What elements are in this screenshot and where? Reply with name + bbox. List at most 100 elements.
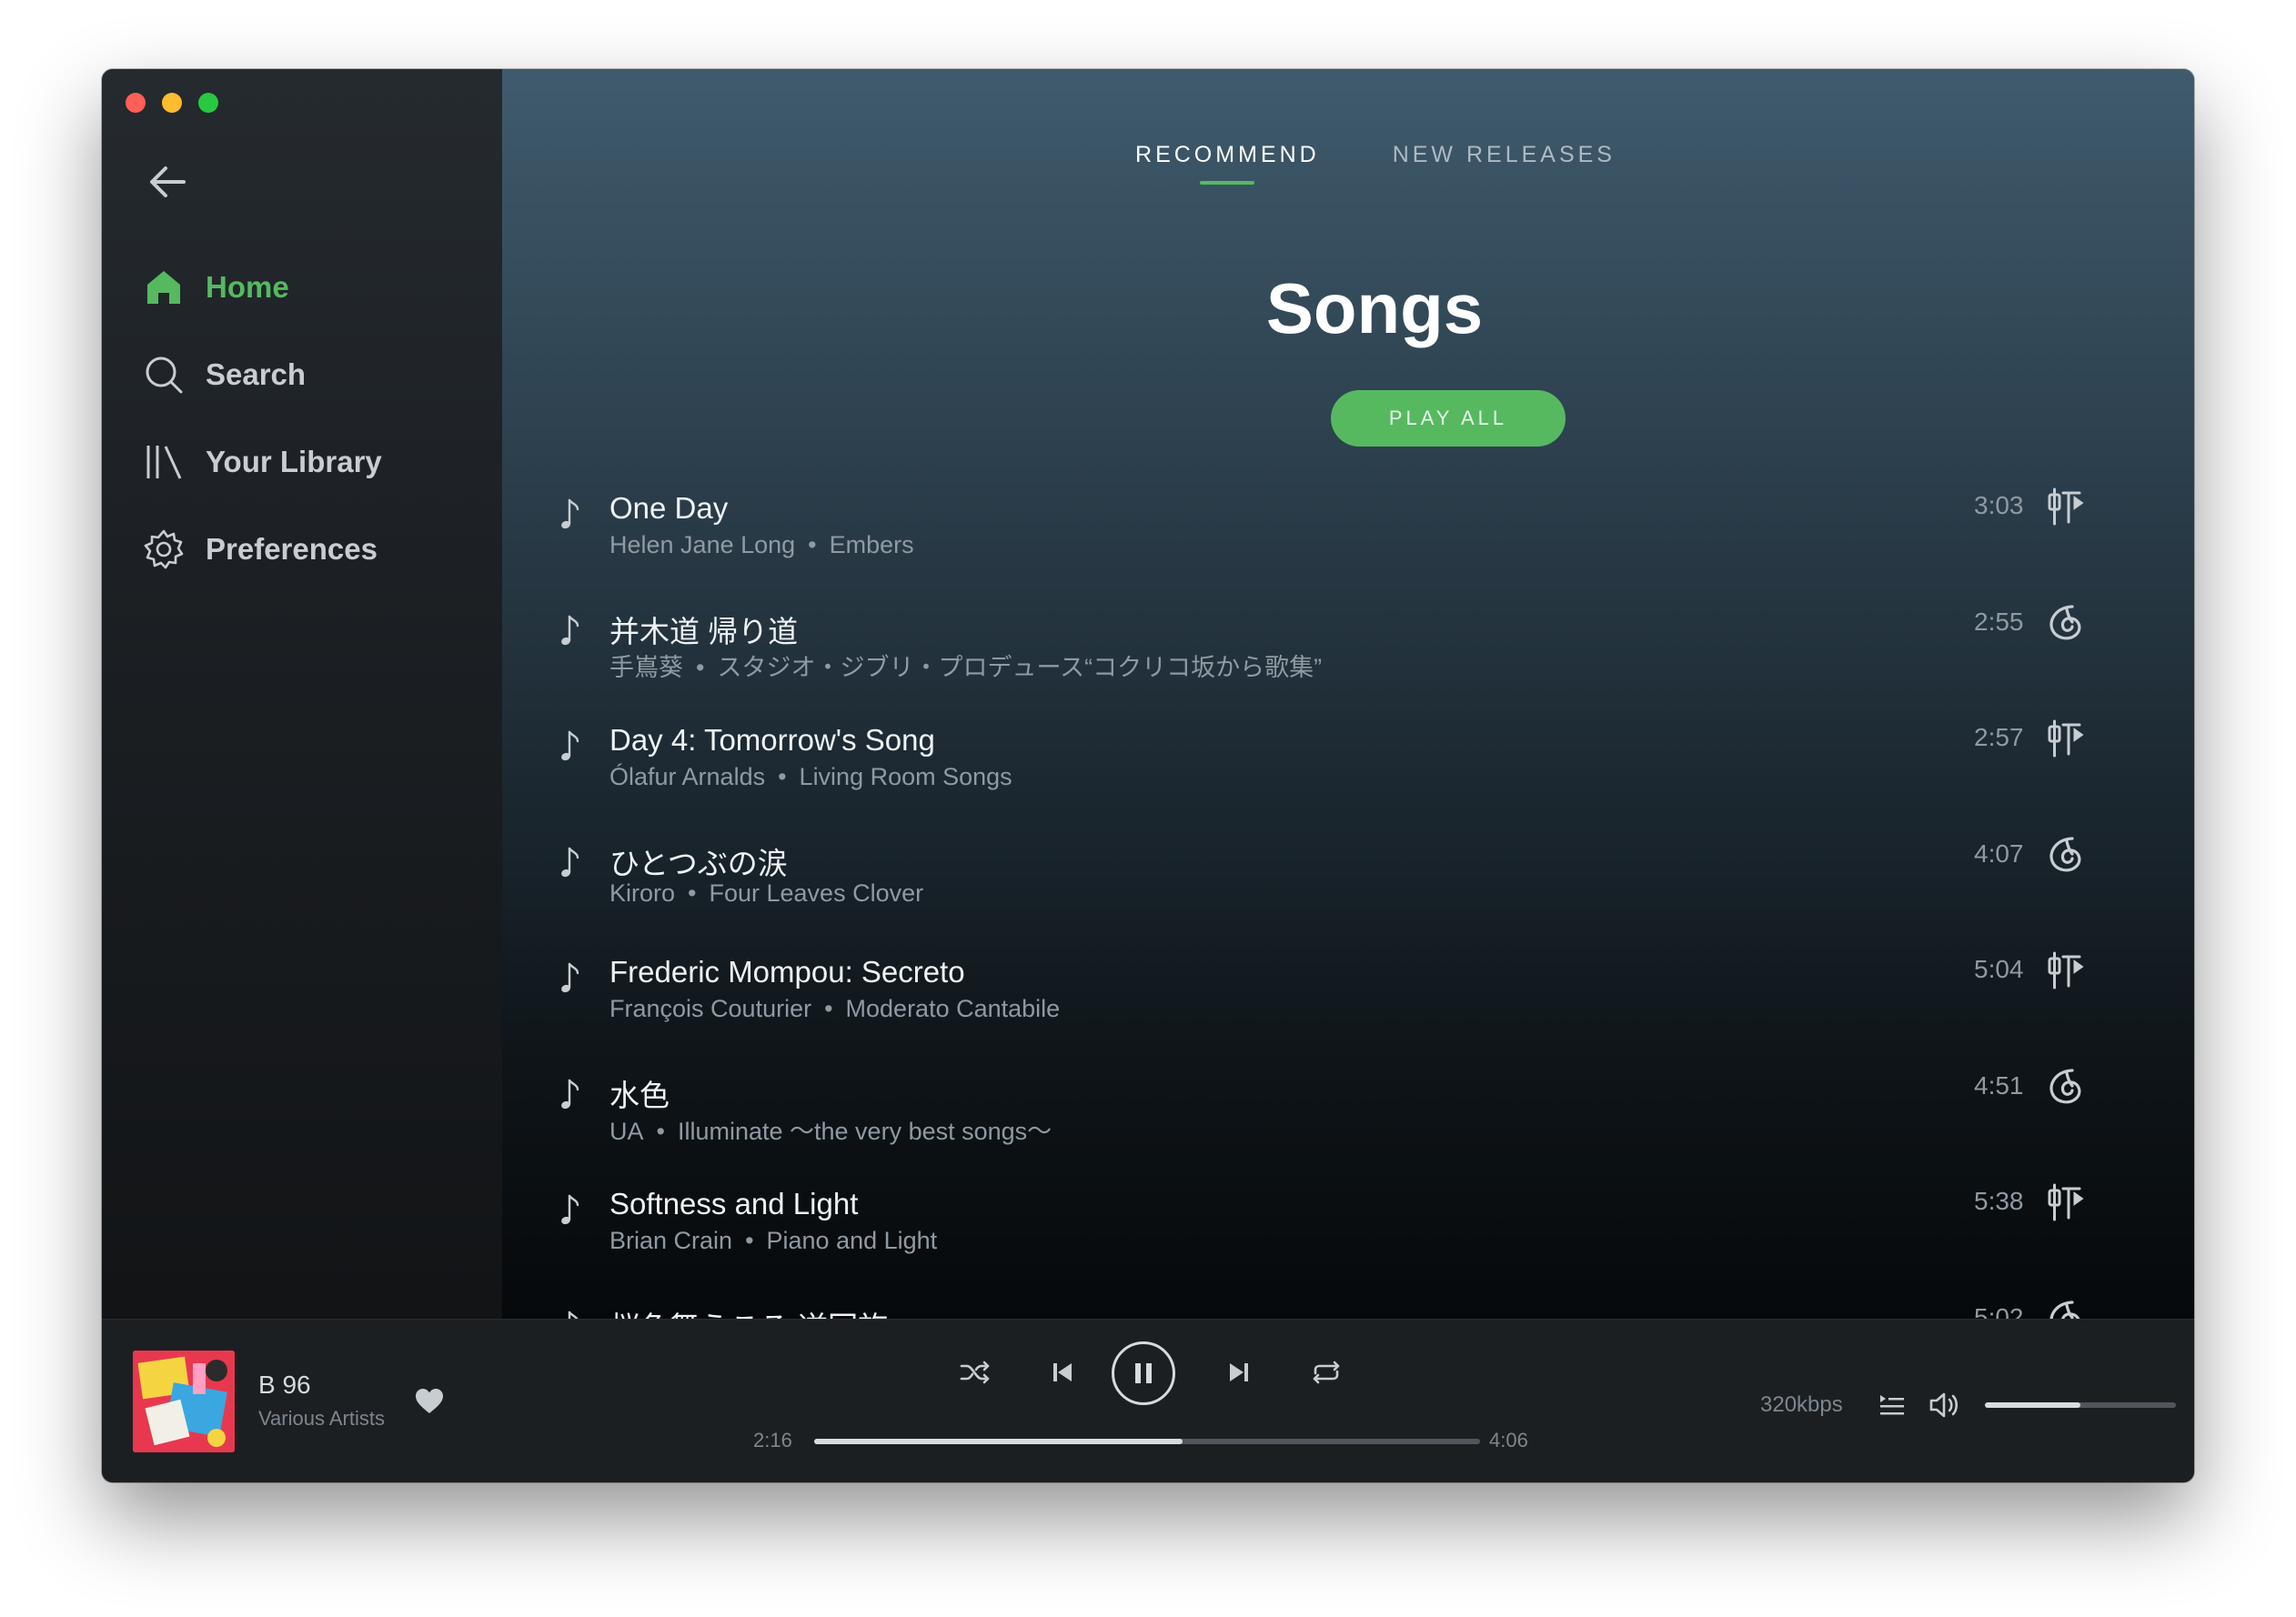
song-artist[interactable]: Helen Jane Long	[609, 531, 795, 558]
song-artist[interactable]: Brian Crain	[609, 1227, 732, 1254]
song-row[interactable]: 桜色舞うころ 逆回旋 5:02	[502, 1281, 2194, 1320]
song-title: Day 4: Tomorrow's Song	[609, 723, 935, 757]
song-subtitle: François Couturier • Moderato Cantabile	[609, 995, 1060, 1023]
song-row[interactable]: ひとつぶの涙 Kiroro • Four Leaves Clover 4:07	[502, 818, 2194, 934]
shuffle-icon	[960, 1361, 990, 1384]
skip-back-icon	[1053, 1363, 1072, 1381]
volume-icon	[1929, 1392, 1959, 1418]
xiami-icon	[2045, 949, 2087, 991]
song-artist[interactable]: Ólafur Arnalds	[609, 763, 765, 790]
like-button[interactable]	[411, 1383, 448, 1420]
song-subtitle: UA • Illuminate 〜the very best songs〜	[609, 1111, 1052, 1147]
play-all-button[interactable]: PLAY ALL	[1331, 390, 1566, 447]
tab-recommend[interactable]: RECOMMEND	[1135, 142, 1320, 185]
app-window: Home Search Your Library Preferences REC…	[102, 69, 2194, 1482]
song-subtitle: Brian Crain • Piano and Light	[609, 1227, 937, 1255]
album-art[interactable]	[133, 1351, 235, 1452]
separator-dot: •	[696, 653, 705, 681]
pause-button[interactable]	[1112, 1341, 1175, 1405]
separator-dot: •	[656, 1117, 665, 1145]
progress-fill	[814, 1439, 1183, 1444]
song-row[interactable]: Frederic Mompou: Secreto François Couturi…	[502, 933, 2194, 1050]
queue-button[interactable]	[1874, 1387, 1910, 1423]
window-zoom-button[interactable]	[198, 93, 218, 113]
music-note-icon	[559, 497, 586, 533]
repeat-icon	[1313, 1361, 1340, 1384]
song-artist[interactable]: Kiroro	[609, 879, 675, 907]
volume-slider[interactable]	[1985, 1402, 2176, 1408]
progress-bar[interactable]	[814, 1439, 1480, 1444]
music-note-icon	[559, 1192, 586, 1229]
page-title: Songs	[1265, 268, 1484, 348]
sidebar-item-home[interactable]: Home	[142, 244, 488, 331]
now-playing-title[interactable]: B 96	[258, 1371, 311, 1400]
next-button[interactable]	[1212, 1345, 1266, 1400]
music-note-icon	[559, 960, 586, 997]
song-title: Softness and Light	[609, 1187, 859, 1220]
window-minimize-button[interactable]	[162, 93, 182, 113]
repeat-button[interactable]	[1299, 1345, 1354, 1400]
elapsed-time: 2:16	[753, 1429, 792, 1451]
song-album[interactable]: Piano and Light	[767, 1227, 938, 1254]
volume-button[interactable]	[1925, 1385, 1965, 1425]
skip-forward-icon	[1230, 1363, 1248, 1381]
search-icon	[142, 353, 186, 397]
separator-dot: •	[688, 879, 697, 907]
song-row[interactable]: Softness and Light Brian Crain • Piano and …	[502, 1165, 2194, 1281]
song-artist[interactable]: 手嶌葵	[609, 654, 683, 681]
sidebar-item-preferences[interactable]: Preferences	[142, 506, 488, 593]
song-list: One Day Helen Jane Long • Embers 3:03 并木道 帰り道…	[502, 469, 2194, 1319]
netease-icon	[2045, 1298, 2087, 1319]
song-album[interactable]: Four Leaves Clover	[709, 879, 923, 907]
song-title: 并木道 帰り道	[609, 614, 799, 648]
song-subtitle: Kiroro • Four Leaves Clover	[609, 879, 923, 908]
song-album[interactable]: Moderato Cantabile	[846, 995, 1061, 1022]
shuffle-button[interactable]	[948, 1345, 1002, 1400]
sidebar-item-label: Home	[206, 270, 289, 304]
sidebar-item-label: Preferences	[206, 532, 378, 566]
song-title: ひとつぶの涙	[609, 846, 788, 880]
xiami-icon	[2045, 1181, 2087, 1223]
xiami-icon	[2045, 486, 2087, 527]
previous-button[interactable]	[1035, 1345, 1090, 1400]
song-duration: 4:51	[1974, 1070, 2024, 1100]
song-duration: 4:07	[1974, 839, 2024, 868]
song-title: 水色	[609, 1078, 670, 1112]
song-artist[interactable]: François Couturier	[609, 995, 811, 1022]
song-row[interactable]: 水色 UA • Illuminate 〜the very best songs〜 4:5…	[502, 1050, 2194, 1166]
tab-new-releases[interactable]: NEW RELEASES	[1393, 142, 1616, 185]
back-button[interactable]	[142, 156, 193, 207]
separator-dot: •	[778, 763, 787, 790]
song-album[interactable]: Embers	[830, 531, 914, 558]
song-album[interactable]: Living Room Songs	[800, 763, 1012, 790]
song-row[interactable]: Day 4: Tomorrow's Song Ólafur Arnalds • Liv…	[502, 701, 2194, 818]
music-note-icon	[559, 728, 586, 765]
song-row[interactable]: 并木道 帰り道手嶌葵 • スタジオ・ジブリ・プロデュース“コクリコ坂から歌集” 2:5…	[502, 586, 2194, 702]
song-artist[interactable]: UA	[609, 1118, 644, 1145]
song-subtitle: Helen Jane Long • Embers	[609, 531, 914, 559]
separator-dot: •	[824, 995, 833, 1022]
player-bar: B 96 Various Artists 2:16 4:06 320kbps	[102, 1319, 2194, 1482]
netease-icon	[2045, 1066, 2087, 1108]
sidebar-item-library[interactable]: Your Library	[142, 418, 488, 506]
song-row[interactable]: One Day Helen Jane Long • Embers 3:03	[502, 469, 2194, 586]
song-album[interactable]: スタジオ・ジブリ・プロデュース“コクリコ坂から歌集”	[717, 654, 1322, 681]
window-close-button[interactable]	[126, 93, 146, 113]
song-duration: 5:04	[1974, 955, 2024, 983]
song-duration: 5:38	[1974, 1187, 2024, 1215]
song-title: One Day	[609, 491, 729, 525]
song-album[interactable]: Illuminate 〜the very best songs〜	[678, 1118, 1052, 1145]
sidebar-item-search[interactable]: Search	[142, 331, 488, 418]
music-note-icon	[559, 1077, 586, 1113]
song-duration: 2:57	[1974, 723, 2024, 751]
bitrate-label[interactable]: 320kbps	[1760, 1392, 1843, 1418]
volume-fill	[1985, 1402, 2080, 1408]
song-duration: 2:55	[1974, 607, 2024, 636]
now-playing-artist[interactable]: Various Artists	[258, 1407, 385, 1431]
song-duration: 5:02	[1974, 1302, 2024, 1320]
gear-icon	[142, 527, 186, 571]
sidebar: Home Search Your Library Preferences	[102, 69, 502, 1319]
heart-icon	[416, 1389, 443, 1413]
separator-dot: •	[808, 531, 817, 558]
song-duration: 3:03	[1974, 491, 2024, 519]
